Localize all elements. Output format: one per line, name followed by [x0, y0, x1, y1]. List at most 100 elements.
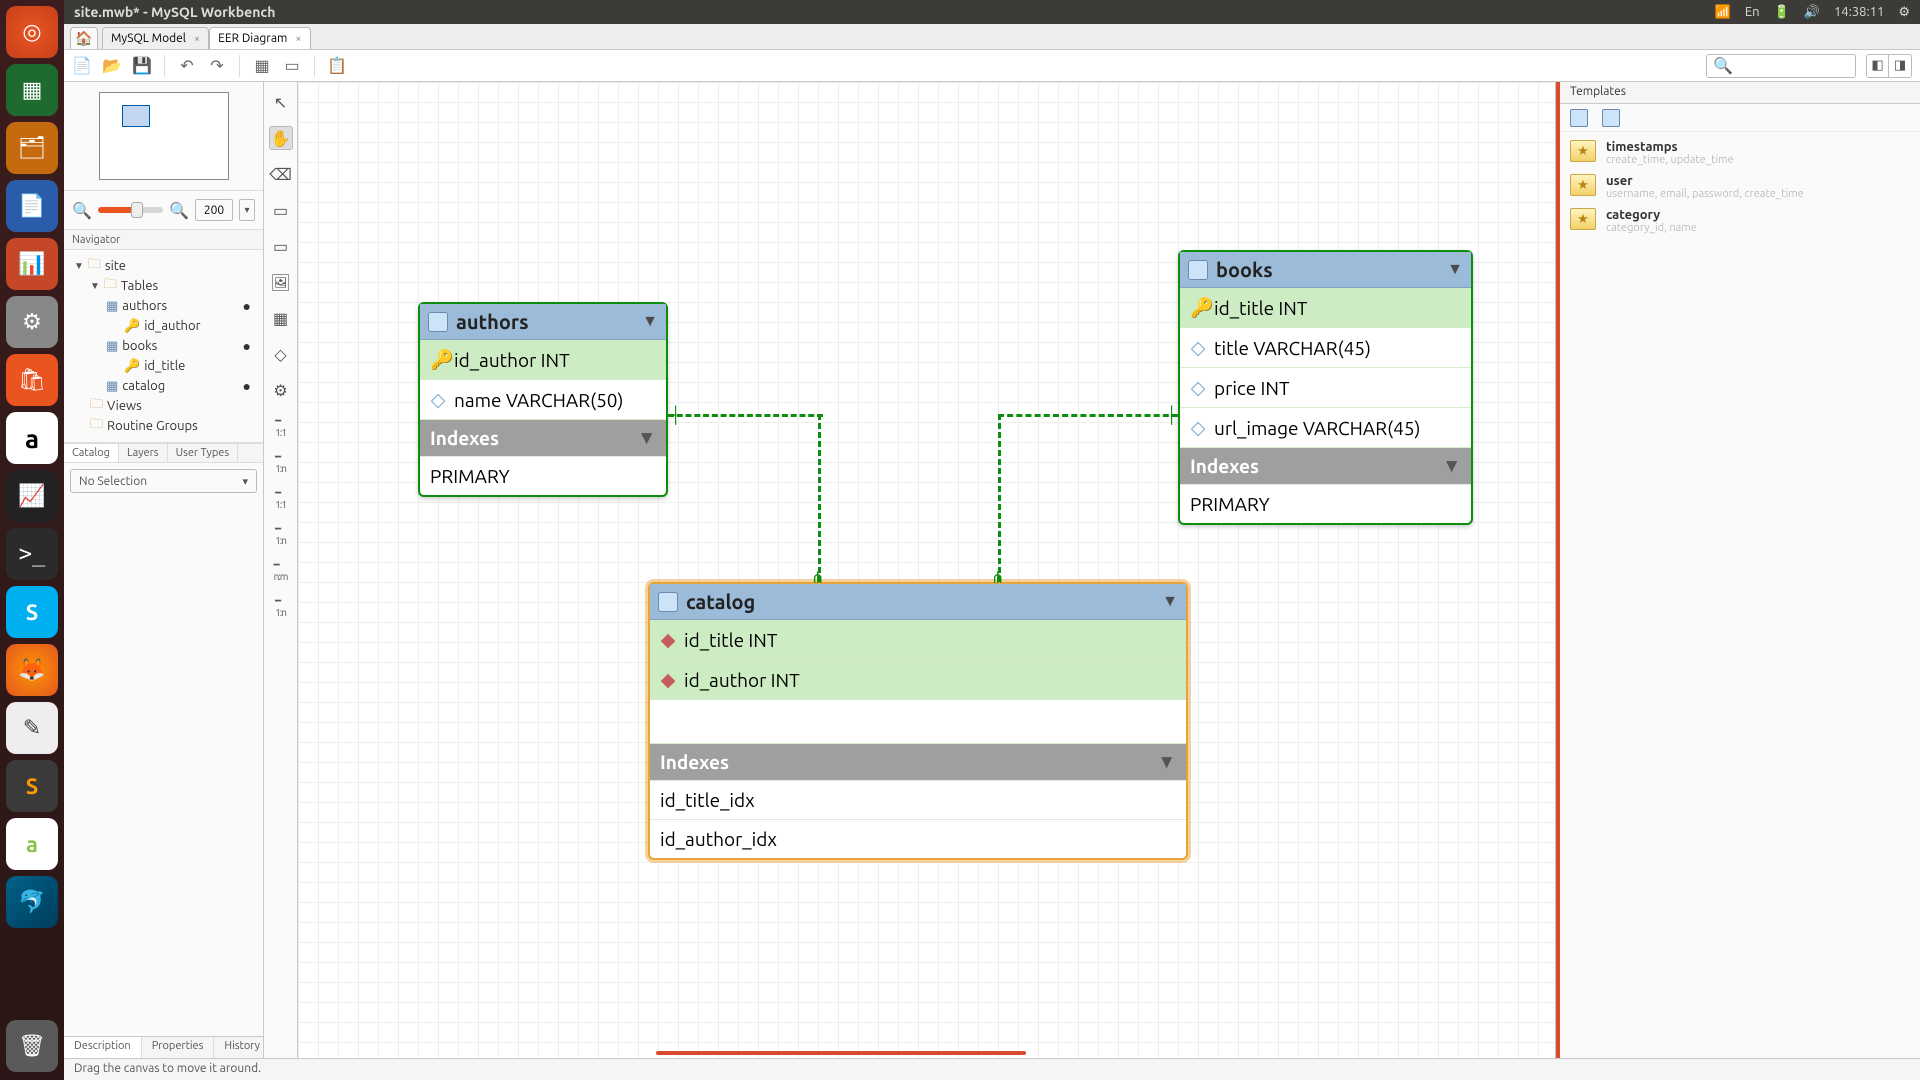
index-name: PRIMARY [420, 456, 666, 495]
hand-tool[interactable]: ✋ [269, 126, 293, 150]
tree-node-views[interactable]: Views [107, 399, 142, 413]
libreoffice-writer-icon[interactable]: 📄 [6, 180, 58, 232]
menu-bar: site.mwb* - MySQL Workbench 📶 En 🔋 🔊 14:… [64, 0, 1920, 24]
tree-node-schema[interactable]: site [105, 259, 126, 273]
search-input[interactable]: 🔍 [1706, 54, 1856, 78]
erd-table-catalog[interactable]: catalog▼ ◆id_title INT ◆id_author INT In… [648, 582, 1188, 860]
system-monitor-icon[interactable]: 📈 [6, 470, 58, 522]
new-file-button[interactable]: 📄 [72, 56, 92, 76]
diagram-tools: ↖ ✋ ⌫ ▭ ▭ 🖼 ▦ ◇ ⚙ ━1:1 ━1:n ━1:1 ━1:n ━n… [264, 82, 298, 1058]
zoom-in-icon[interactable]: 🔍 [169, 201, 189, 220]
libreoffice-impress-icon[interactable]: 📊 [6, 238, 58, 290]
rel-existing-tool[interactable]: ━1:n [269, 594, 293, 618]
selection-dropdown[interactable]: No Selection▾ [70, 469, 257, 493]
firefox-icon[interactable]: 🦊 [6, 644, 58, 696]
save-button[interactable]: 💾 [132, 56, 152, 76]
tab-description[interactable]: Description [64, 1037, 142, 1058]
mysql-workbench-icon[interactable]: 🐬 [6, 876, 58, 928]
eraser-tool[interactable]: ⌫ [269, 162, 293, 186]
tree-node-column[interactable]: id_title [144, 359, 185, 373]
collapse-icon[interactable]: ▼ [1162, 592, 1178, 611]
tab-eer-diagram[interactable]: EER Diagram× [209, 27, 310, 49]
keyboard-layout-indicator[interactable]: En [1745, 5, 1760, 19]
files-icon[interactable]: 🗂 [6, 122, 58, 174]
rel-1-1-tool[interactable]: ━1:1 [269, 414, 293, 438]
export-button[interactable]: 📋 [327, 56, 347, 76]
tree-node-table[interactable]: catalog [122, 379, 165, 393]
templates-toolbar [1560, 104, 1920, 132]
rel-n-m-tool[interactable]: ━n:m [269, 558, 293, 582]
layer-tool[interactable]: ▭ [269, 198, 293, 222]
align-button[interactable]: ▭ [282, 56, 302, 76]
template-item[interactable]: ★timestampscreate_time, update_time [1566, 136, 1914, 170]
tab-user-types[interactable]: User Types [168, 444, 239, 462]
horizontal-scrollbar[interactable] [656, 1051, 1026, 1055]
grid-toggle-button[interactable]: ▦ [252, 56, 272, 76]
dash-icon[interactable]: ◎ [6, 6, 58, 58]
template-type-icon[interactable] [1570, 109, 1588, 127]
collapse-icon[interactable]: ▼ [1442, 454, 1461, 478]
indexes-label: Indexes [430, 427, 499, 449]
rel-1-1-id-tool[interactable]: ━1:1 [269, 486, 293, 510]
template-item[interactable]: ★userusername, email, password, create_t… [1566, 170, 1914, 204]
template-type-icon[interactable] [1602, 109, 1620, 127]
panel-toggle-group: ◧ ◨ [1866, 54, 1912, 78]
catalog-tree[interactable]: ▼🗀site ▼🗀Tables ▦authors● 🔑id_author ▦bo… [64, 250, 263, 443]
view-tool[interactable]: ◇ [269, 342, 293, 366]
rel-1-n-tool[interactable]: ━1:n [269, 450, 293, 474]
sublime-icon[interactable]: S [6, 760, 58, 812]
tree-node-tables[interactable]: Tables [121, 279, 158, 293]
tab-layers[interactable]: Layers [119, 444, 168, 462]
skype-icon[interactable]: S [6, 586, 58, 638]
gedit-icon[interactable]: ✎ [6, 702, 58, 754]
tree-node-routines[interactable]: Routine Groups [107, 419, 198, 433]
zoom-slider[interactable] [98, 207, 163, 213]
terminal-icon[interactable]: >_ [6, 528, 58, 580]
rel-1-n-id-tool[interactable]: ━1:n [269, 522, 293, 546]
collapse-icon[interactable]: ▼ [637, 426, 656, 450]
image-tool[interactable]: 🖼 [269, 270, 293, 294]
zoom-dropdown[interactable]: ▾ [239, 199, 255, 221]
routine-tool[interactable]: ⚙ [269, 378, 293, 402]
undo-button[interactable]: ↶ [177, 56, 197, 76]
tree-node-table[interactable]: books [122, 339, 157, 353]
settings-icon[interactable]: ⚙ [6, 296, 58, 348]
collapse-icon[interactable]: ▼ [642, 312, 658, 331]
session-icon[interactable]: ⚙ [1898, 5, 1910, 20]
collapse-icon[interactable]: ▼ [1157, 750, 1176, 774]
battery-icon[interactable]: 🔋 [1774, 5, 1790, 20]
open-file-button[interactable]: 📂 [102, 56, 122, 76]
home-tab[interactable]: 🏠 [70, 27, 98, 49]
collapse-icon[interactable]: ▼ [1447, 260, 1463, 279]
trash-icon[interactable]: 🗑 [6, 1020, 58, 1072]
table-tool[interactable]: ▦ [269, 306, 293, 330]
redo-button[interactable]: ↷ [207, 56, 227, 76]
amazon-icon[interactable]: a [6, 412, 58, 464]
close-icon[interactable]: × [194, 33, 200, 45]
birds-eye[interactable] [64, 82, 263, 191]
diagram-canvas[interactable]: authors▼ 🔑id_author INT ◇name VARCHAR(50… [298, 82, 1555, 1058]
network-icon[interactable]: 📶 [1715, 5, 1731, 20]
tab-properties[interactable]: Properties [142, 1037, 215, 1058]
app-icon[interactable]: a [6, 818, 58, 870]
note-tool[interactable]: ▭ [269, 234, 293, 258]
tree-node-table[interactable]: authors [122, 299, 167, 313]
clock[interactable]: 14:38:11 [1834, 5, 1884, 19]
software-center-icon[interactable]: 🛍 [6, 354, 58, 406]
tab-history[interactable]: History [214, 1037, 271, 1058]
zoom-out-icon[interactable]: 🔍 [72, 201, 92, 220]
template-item[interactable]: ★categorycategory_id, name [1566, 204, 1914, 238]
zoom-value[interactable]: 200 [195, 199, 233, 221]
erd-table-authors[interactable]: authors▼ 🔑id_author INT ◇name VARCHAR(50… [418, 302, 668, 497]
volume-icon[interactable]: 🔊 [1804, 5, 1820, 20]
libreoffice-calc-icon[interactable]: ▦ [6, 64, 58, 116]
close-icon[interactable]: × [295, 33, 301, 45]
erd-table-books[interactable]: books▼ 🔑id_title INT ◇title VARCHAR(45) … [1178, 250, 1473, 525]
column-name: title VARCHAR(45) [1214, 337, 1371, 359]
toggle-left-panel-button[interactable]: ◧ [1867, 55, 1889, 77]
tab-catalog[interactable]: Catalog [64, 444, 119, 462]
toggle-right-panel-button[interactable]: ◨ [1889, 55, 1911, 77]
tree-node-column[interactable]: id_author [144, 319, 200, 333]
tab-mysql-model[interactable]: MySQL Model× [102, 27, 209, 49]
pointer-tool[interactable]: ↖ [269, 90, 293, 114]
